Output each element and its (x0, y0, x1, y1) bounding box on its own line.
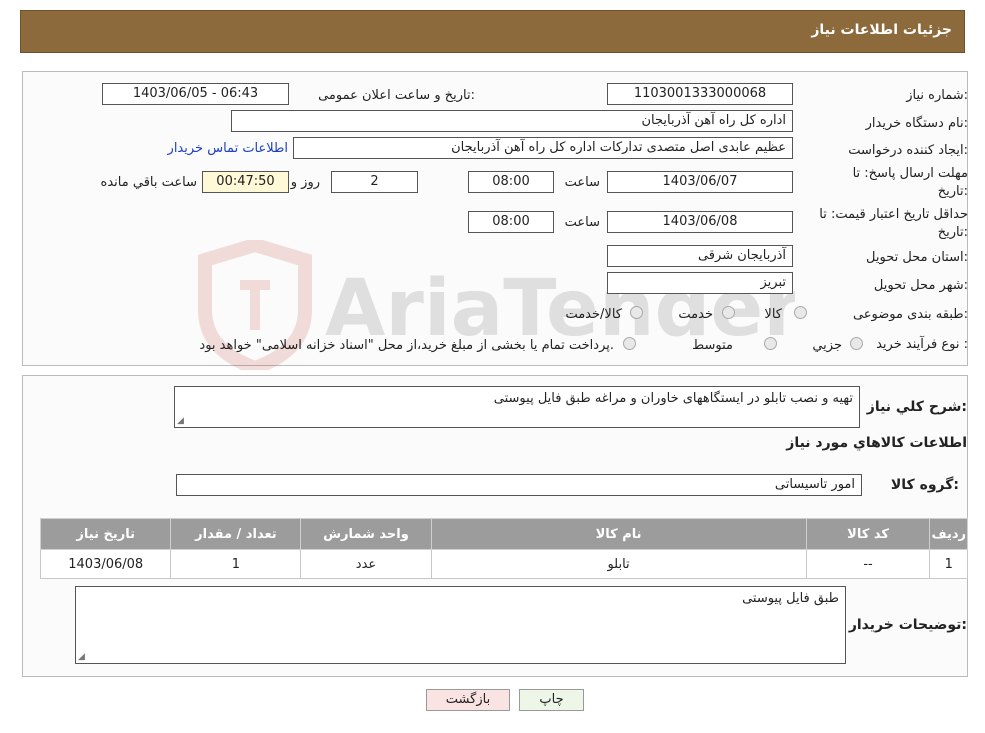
province-field: آذربایجان شرقی (607, 245, 793, 267)
col-row-number: رديف (929, 518, 968, 550)
process-note: پرداخت تمام یا بخشی از مبلغ خرید،از محل … (199, 338, 614, 353)
col-goods-name: نام کالا (430, 518, 807, 550)
deadline-label-date: تاریخ: (937, 184, 968, 199)
cell-need-date: 1403/06/08 (39, 549, 172, 579)
buyer-notes-textarea[interactable]: طبق فایل پیوستی ◢ (75, 586, 846, 664)
city-field: تبریز (607, 272, 793, 294)
city-label: شهر محل تحویل: (873, 278, 968, 293)
process-radio-medium[interactable] (764, 337, 777, 350)
category-radio-goods[interactable] (794, 306, 807, 319)
category-radio-goods-service[interactable] (630, 306, 643, 319)
table-header-row: رديف کد کالا نام کالا واحد شمارش تعداد /… (39, 518, 968, 550)
goods-group-label: گروه کالا: (890, 477, 959, 493)
category-label: طبقه بندی موضوعی: (852, 307, 968, 322)
back-button[interactable]: بازگشت (426, 689, 510, 711)
buyer-notes-label: توضيحات خريدار: (848, 617, 967, 633)
days-field: 2 (331, 171, 418, 193)
col-quantity: تعداد / مقدار (170, 518, 302, 550)
province-label: استان محل تحویل: (866, 250, 968, 265)
cell-row-number: 1 (929, 549, 968, 579)
resize-handle-icon[interactable]: ◢ (177, 416, 184, 426)
validity-label-date: تاریخ: (937, 225, 968, 240)
creator-field: عظیم عابدی اصل متصدی تدارکات اداره کل را… (293, 137, 793, 159)
remaining-time-field: 00:47:50 (202, 171, 289, 193)
table-row: 1 -- تابلو عدد 1 1403/06/08 (39, 549, 968, 579)
validity-time-label: ساعت (564, 215, 600, 230)
deadline-time-field: 08:00 (468, 171, 554, 193)
process-option-minor: جزیي (812, 338, 842, 353)
remaining-time-label: ساعت باقي مانده (100, 175, 197, 190)
col-unit: واحد شمارش (300, 518, 432, 550)
process-radio-treasury[interactable] (623, 337, 636, 350)
goods-heading: اطلاعات کالاهاي مورد نياز (786, 435, 967, 451)
summary-textarea[interactable]: تهیه و نصب تابلو در ایستگاههای خاوران و … (174, 386, 860, 428)
col-need-date: تاريخ نياز (39, 518, 172, 550)
summary-text: تهیه و نصب تابلو در ایستگاههای خاوران و … (493, 391, 853, 406)
cell-quantity: 1 (170, 549, 302, 579)
creator-label: ایجاد کننده درخواست: (848, 143, 968, 158)
validity-time-field: 08:00 (468, 211, 554, 233)
days-label: روز و (290, 175, 320, 190)
buyer-org-label: نام دستگاه خریدار: (865, 116, 968, 131)
cell-goods-name: تابلو (430, 549, 807, 579)
process-label: نوع فرآیند خرید : (876, 337, 968, 352)
buyer-org-field: اداره کل راه آهن آذربایجان (231, 110, 793, 132)
category-option-service: خدمت (678, 307, 713, 322)
need-number-label: شماره نیاز: (906, 88, 968, 103)
announce-date-field: 1403/06/05 - 06:43 (102, 83, 289, 105)
deadline-label: مهلت ارسال پاسخ: تا (852, 166, 968, 181)
buyer-notes-text: طبق فایل پیوستی (742, 591, 839, 606)
validity-label: حداقل تاریخ اعتبار قیمت: تا (819, 207, 968, 222)
page-header: جزئیات اطلاعات نیاز (20, 10, 965, 53)
goods-group-field: امور تاسیساتی (176, 474, 862, 496)
cell-goods-code: -- (805, 549, 931, 579)
summary-label: شرح کلي نياز: (866, 399, 967, 415)
deadline-time-label: ساعت (564, 175, 600, 190)
print-button[interactable]: چاپ (519, 689, 584, 711)
need-number-field: 1103001333000068 (607, 83, 793, 105)
announce-date-label: تاریخ و ساعت اعلان عمومی: (318, 88, 475, 103)
resize-handle-icon[interactable]: ◢ (78, 652, 85, 662)
category-radio-service[interactable] (722, 306, 735, 319)
category-option-goods-service: کالا/خدمت (565, 307, 622, 322)
buyer-contact-link[interactable]: اطلاعات تماس خریدار (168, 141, 288, 156)
page-title: جزئیات اطلاعات نیاز (811, 22, 952, 38)
category-option-goods: کالا (764, 307, 782, 322)
col-goods-code: کد کالا (805, 518, 931, 550)
process-option-medium: متوسط (692, 338, 733, 353)
validity-date-field: 1403/06/08 (607, 211, 793, 233)
deadline-date-field: 1403/06/07 (607, 171, 793, 193)
process-radio-minor[interactable] (850, 337, 863, 350)
cell-unit: عدد (300, 549, 432, 579)
goods-table: رديف کد کالا نام کالا واحد شمارش تعداد /… (39, 518, 968, 579)
